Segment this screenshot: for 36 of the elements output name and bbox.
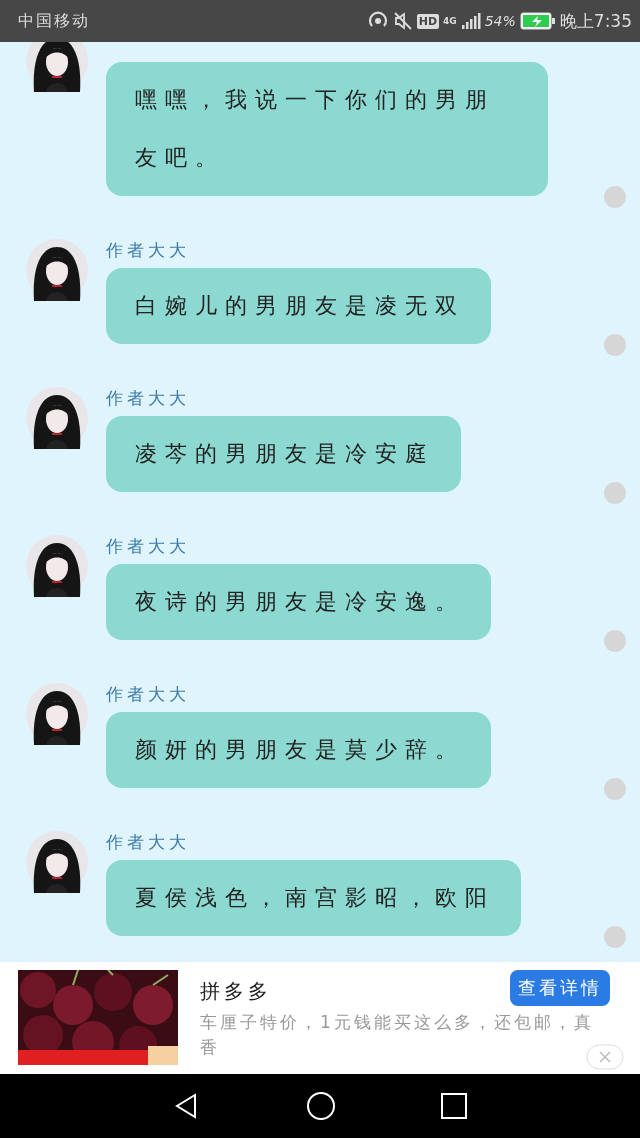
author-name: 作者大大 [106, 535, 190, 558]
message-bubble: 嘿嘿，我说一下你们的男朋友吧。 [106, 62, 548, 196]
status-dot [604, 630, 626, 652]
avatar[interactable] [26, 42, 88, 92]
message-bubble: 夏侯浅色，南宫影昭，欧阳 [106, 860, 521, 936]
battery-percent: 54% [484, 13, 516, 29]
home-icon[interactable] [306, 1091, 336, 1121]
network-type: 4G [443, 16, 457, 26]
author-name: 作者大大 [106, 239, 190, 262]
recents-icon[interactable] [441, 1093, 468, 1119]
ad-title: 拼多多 [200, 977, 272, 1005]
mute-icon [392, 11, 413, 31]
status-dot [604, 778, 626, 800]
ad-description: 车厘子特价，1元钱能买这么多，还包邮，真香 [200, 1011, 595, 1059]
author-name: 作者大大 [106, 831, 190, 854]
status-dot [604, 186, 626, 208]
carrier-name: 中国移动 [18, 10, 90, 32]
message-bubble: 白婉儿的男朋友是凌无双 [106, 268, 491, 344]
status-dot [604, 926, 626, 948]
avatar[interactable] [26, 239, 88, 301]
author-name: 作者大大 [106, 387, 190, 410]
avatar[interactable] [26, 683, 88, 745]
avatar[interactable] [26, 535, 88, 597]
status-dot [604, 334, 626, 356]
battery-charging-icon [519, 12, 556, 30]
author-name: 作者大大 [106, 683, 190, 706]
status-dot [604, 482, 626, 504]
hd-badge: HD [416, 13, 440, 29]
avatar[interactable] [26, 831, 88, 893]
view-details-button[interactable]: 查看详情 [510, 970, 610, 1006]
message-bubble: 夜诗的男朋友是冷安逸。 [106, 564, 491, 640]
clock: 晚上7:35 [559, 9, 632, 33]
message-bubble: 凌芩的男朋友是冷安庭 [106, 416, 461, 492]
message-bubble: 颜妍的男朋友是莫少辞。 [106, 712, 491, 788]
signal-icon [460, 12, 481, 30]
avatar[interactable] [26, 387, 88, 449]
